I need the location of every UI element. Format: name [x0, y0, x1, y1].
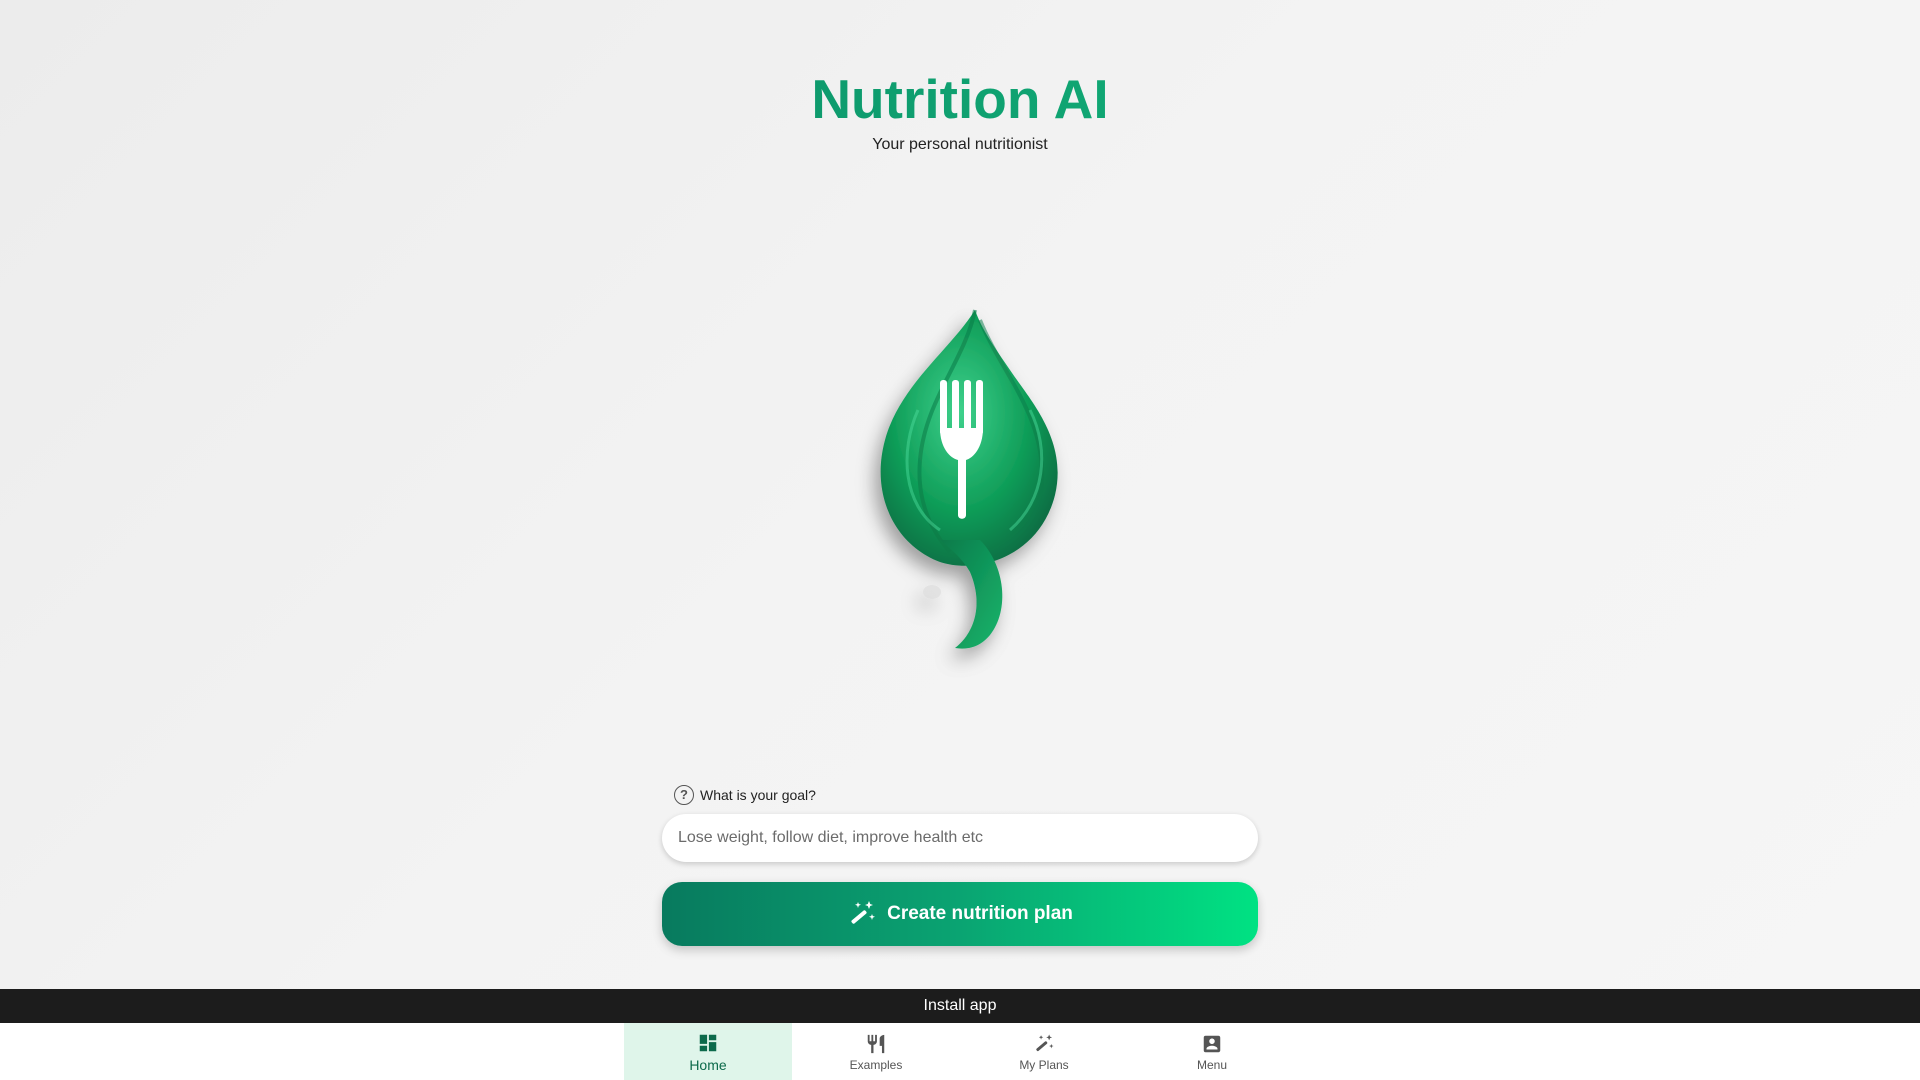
nav-item-examples[interactable]: Examples — [792, 1023, 960, 1080]
app-header: Nutrition AI Your personal nutritionist — [0, 66, 1920, 154]
nav-label-examples: Examples — [849, 1057, 903, 1072]
app-title: Nutrition AI — [0, 66, 1920, 132]
create-nutrition-plan-button[interactable]: Create nutrition plan — [662, 882, 1258, 946]
account-box-icon — [1201, 1032, 1223, 1056]
nav-item-menu[interactable]: Menu — [1128, 1023, 1296, 1080]
bottom-nav: Home Examples My Plans Menu — [0, 1023, 1920, 1080]
install-app-bar[interactable]: Install app — [0, 989, 1920, 1023]
nav-label-my-plans: My Plans — [1019, 1057, 1069, 1072]
goal-section: ? What is your goal? Create nutrition pl… — [662, 784, 1258, 946]
magic-wand-icon — [1033, 1032, 1055, 1056]
nav-item-home[interactable]: Home — [624, 1023, 792, 1080]
app-subtitle: Your personal nutritionist — [872, 136, 1048, 153]
goal-label-row: ? What is your goal? — [674, 784, 1258, 806]
nav-label-home: Home — [689, 1056, 727, 1073]
restaurant-icon — [865, 1032, 887, 1056]
magic-wand-icon — [847, 899, 877, 929]
install-app-label: Install app — [923, 997, 997, 1014]
question-circle-icon[interactable]: ? — [674, 785, 694, 805]
dashboard-icon — [697, 1031, 719, 1055]
nav-label-menu: Menu — [1196, 1057, 1228, 1072]
create-button-label: Create nutrition plan — [887, 903, 1073, 924]
leaf-fork-logo — [830, 290, 1090, 680]
nav-item-my-plans[interactable]: My Plans — [960, 1023, 1128, 1080]
goal-input[interactable] — [662, 814, 1258, 862]
goal-label: What is your goal? — [700, 787, 816, 803]
